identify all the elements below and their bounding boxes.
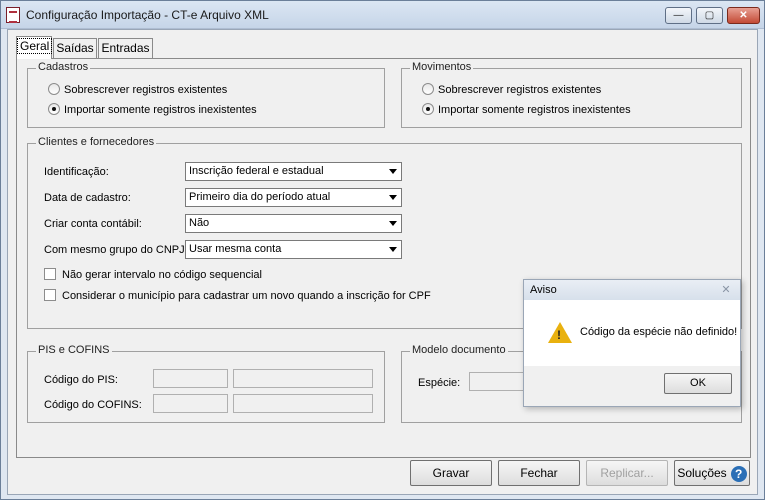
dialog-close-icon[interactable]: ✕ [718,282,734,298]
maximize-button[interactable]: ▢ [696,7,723,24]
nao-gerar-intervalo-label: Não gerar intervalo no código sequencial [62,269,262,281]
chevron-down-icon [386,216,400,231]
movimentos-option-import-new[interactable]: Importar somente registros inexistentes [422,103,631,117]
help-icon: ? [730,465,747,482]
ok-button[interactable]: OK [664,373,732,394]
radio-icon [48,83,60,96]
checkbox-icon [44,289,56,302]
considerar-municipio-label: Considerar o município para cadastrar um… [62,290,431,302]
codigo-pis-label: Código do PIS: [44,374,118,386]
movimentos-title: Movimentos [410,61,474,73]
criar-conta-select[interactable]: Não [185,214,402,233]
modelo-documento-title: Modelo documento [410,344,508,356]
cadastros-option-import-new-label: Importar somente registros inexistentes [64,104,257,116]
radio-selected-icon [422,103,434,116]
movimentos-option-import-new-label: Importar somente registros inexistentes [438,104,631,116]
movimentos-option-overwrite[interactable]: Sobrescrever registros existentes [422,83,601,97]
data-cadastro-select[interactable]: Primeiro dia do período atual [185,188,402,207]
dialog-body: Código da espécie não definido! [524,300,740,366]
window-title: Configuração Importação - CT-e Arquivo X… [26,8,269,22]
radio-icon [422,83,434,96]
codigo-cofins-label: Código do COFINS: [44,399,142,411]
main-window: Configuração Importação - CT-e Arquivo X… [0,0,765,500]
tab-saidas[interactable]: Saídas [53,38,97,58]
codigo-pis-input[interactable] [153,369,228,388]
radio-selected-icon [48,103,60,116]
pis-cofins-group: PIS e COFINS Código do PIS: Código do CO… [27,344,385,423]
clientes-title: Clientes e fornecedores [36,136,157,148]
gravar-button[interactable]: Gravar [410,460,492,486]
solucoes-label: Soluções [677,466,727,480]
criar-conta-value: Não [189,217,210,229]
identificacao-value: Inscrição federal e estadual [189,165,324,177]
considerar-municipio-checkbox[interactable]: Considerar o município para cadastrar um… [44,289,431,303]
minimize-button[interactable]: — [665,7,692,24]
especie-input[interactable] [469,372,529,391]
warning-icon [548,322,572,343]
tab-entradas[interactable]: Entradas [98,38,153,58]
pis-cofins-title: PIS e COFINS [36,344,112,356]
chevron-down-icon [386,190,400,205]
close-button[interactable]: ✕ [727,7,760,24]
data-cadastro-value: Primeiro dia do período atual [189,191,331,203]
cadastros-option-import-new[interactable]: Importar somente registros inexistentes [48,103,257,117]
replicar-button[interactable]: Replicar... [586,460,668,486]
movimentos-option-overwrite-label: Sobrescrever registros existentes [438,84,602,96]
cadastros-option-overwrite[interactable]: Sobrescrever registros existentes [48,83,227,97]
title-bar[interactable]: Configuração Importação - CT-e Arquivo X… [1,1,764,29]
nao-gerar-intervalo-checkbox[interactable]: Não gerar intervalo no código sequencial [44,268,262,282]
movimentos-group: Movimentos Sobrescrever registros existe… [401,61,742,128]
codigo-cofins-description [233,394,373,413]
aviso-dialog: Aviso ✕ Código da espécie não definido! … [523,279,741,407]
grupo-cnpj-label: Com mesmo grupo do CNPJ: [44,244,188,256]
grupo-cnpj-value: Usar mesma conta [189,243,282,255]
solucoes-button[interactable]: Soluções? [674,460,750,486]
chevron-down-icon [386,242,400,257]
cadastros-title: Cadastros [36,61,91,73]
document-icon [6,7,20,23]
dialog-title[interactable]: Aviso [524,280,740,300]
identificacao-select[interactable]: Inscrição federal e estadual [185,162,402,181]
codigo-pis-description [233,369,373,388]
codigo-cofins-input[interactable] [153,394,228,413]
client-area: Geral Saídas Entradas Cadastros Sobrescr… [7,29,758,495]
cadastros-option-overwrite-label: Sobrescrever registros existentes [64,84,228,96]
identificacao-label: Identificação: [44,166,109,178]
checkbox-icon [44,268,56,281]
especie-label: Espécie: [418,377,461,389]
cadastros-group: Cadastros Sobrescrever registros existen… [27,61,385,128]
tab-geral[interactable]: Geral [16,36,53,59]
fechar-button[interactable]: Fechar [498,460,580,486]
dialog-message: Código da espécie não definido! [580,326,738,338]
chevron-down-icon [386,164,400,179]
grupo-cnpj-select[interactable]: Usar mesma conta [185,240,402,259]
data-cadastro-label: Data de cadastro: [44,192,131,204]
tab-geral-label: Geral [17,38,53,54]
criar-conta-label: Criar conta contábil: [44,218,142,230]
